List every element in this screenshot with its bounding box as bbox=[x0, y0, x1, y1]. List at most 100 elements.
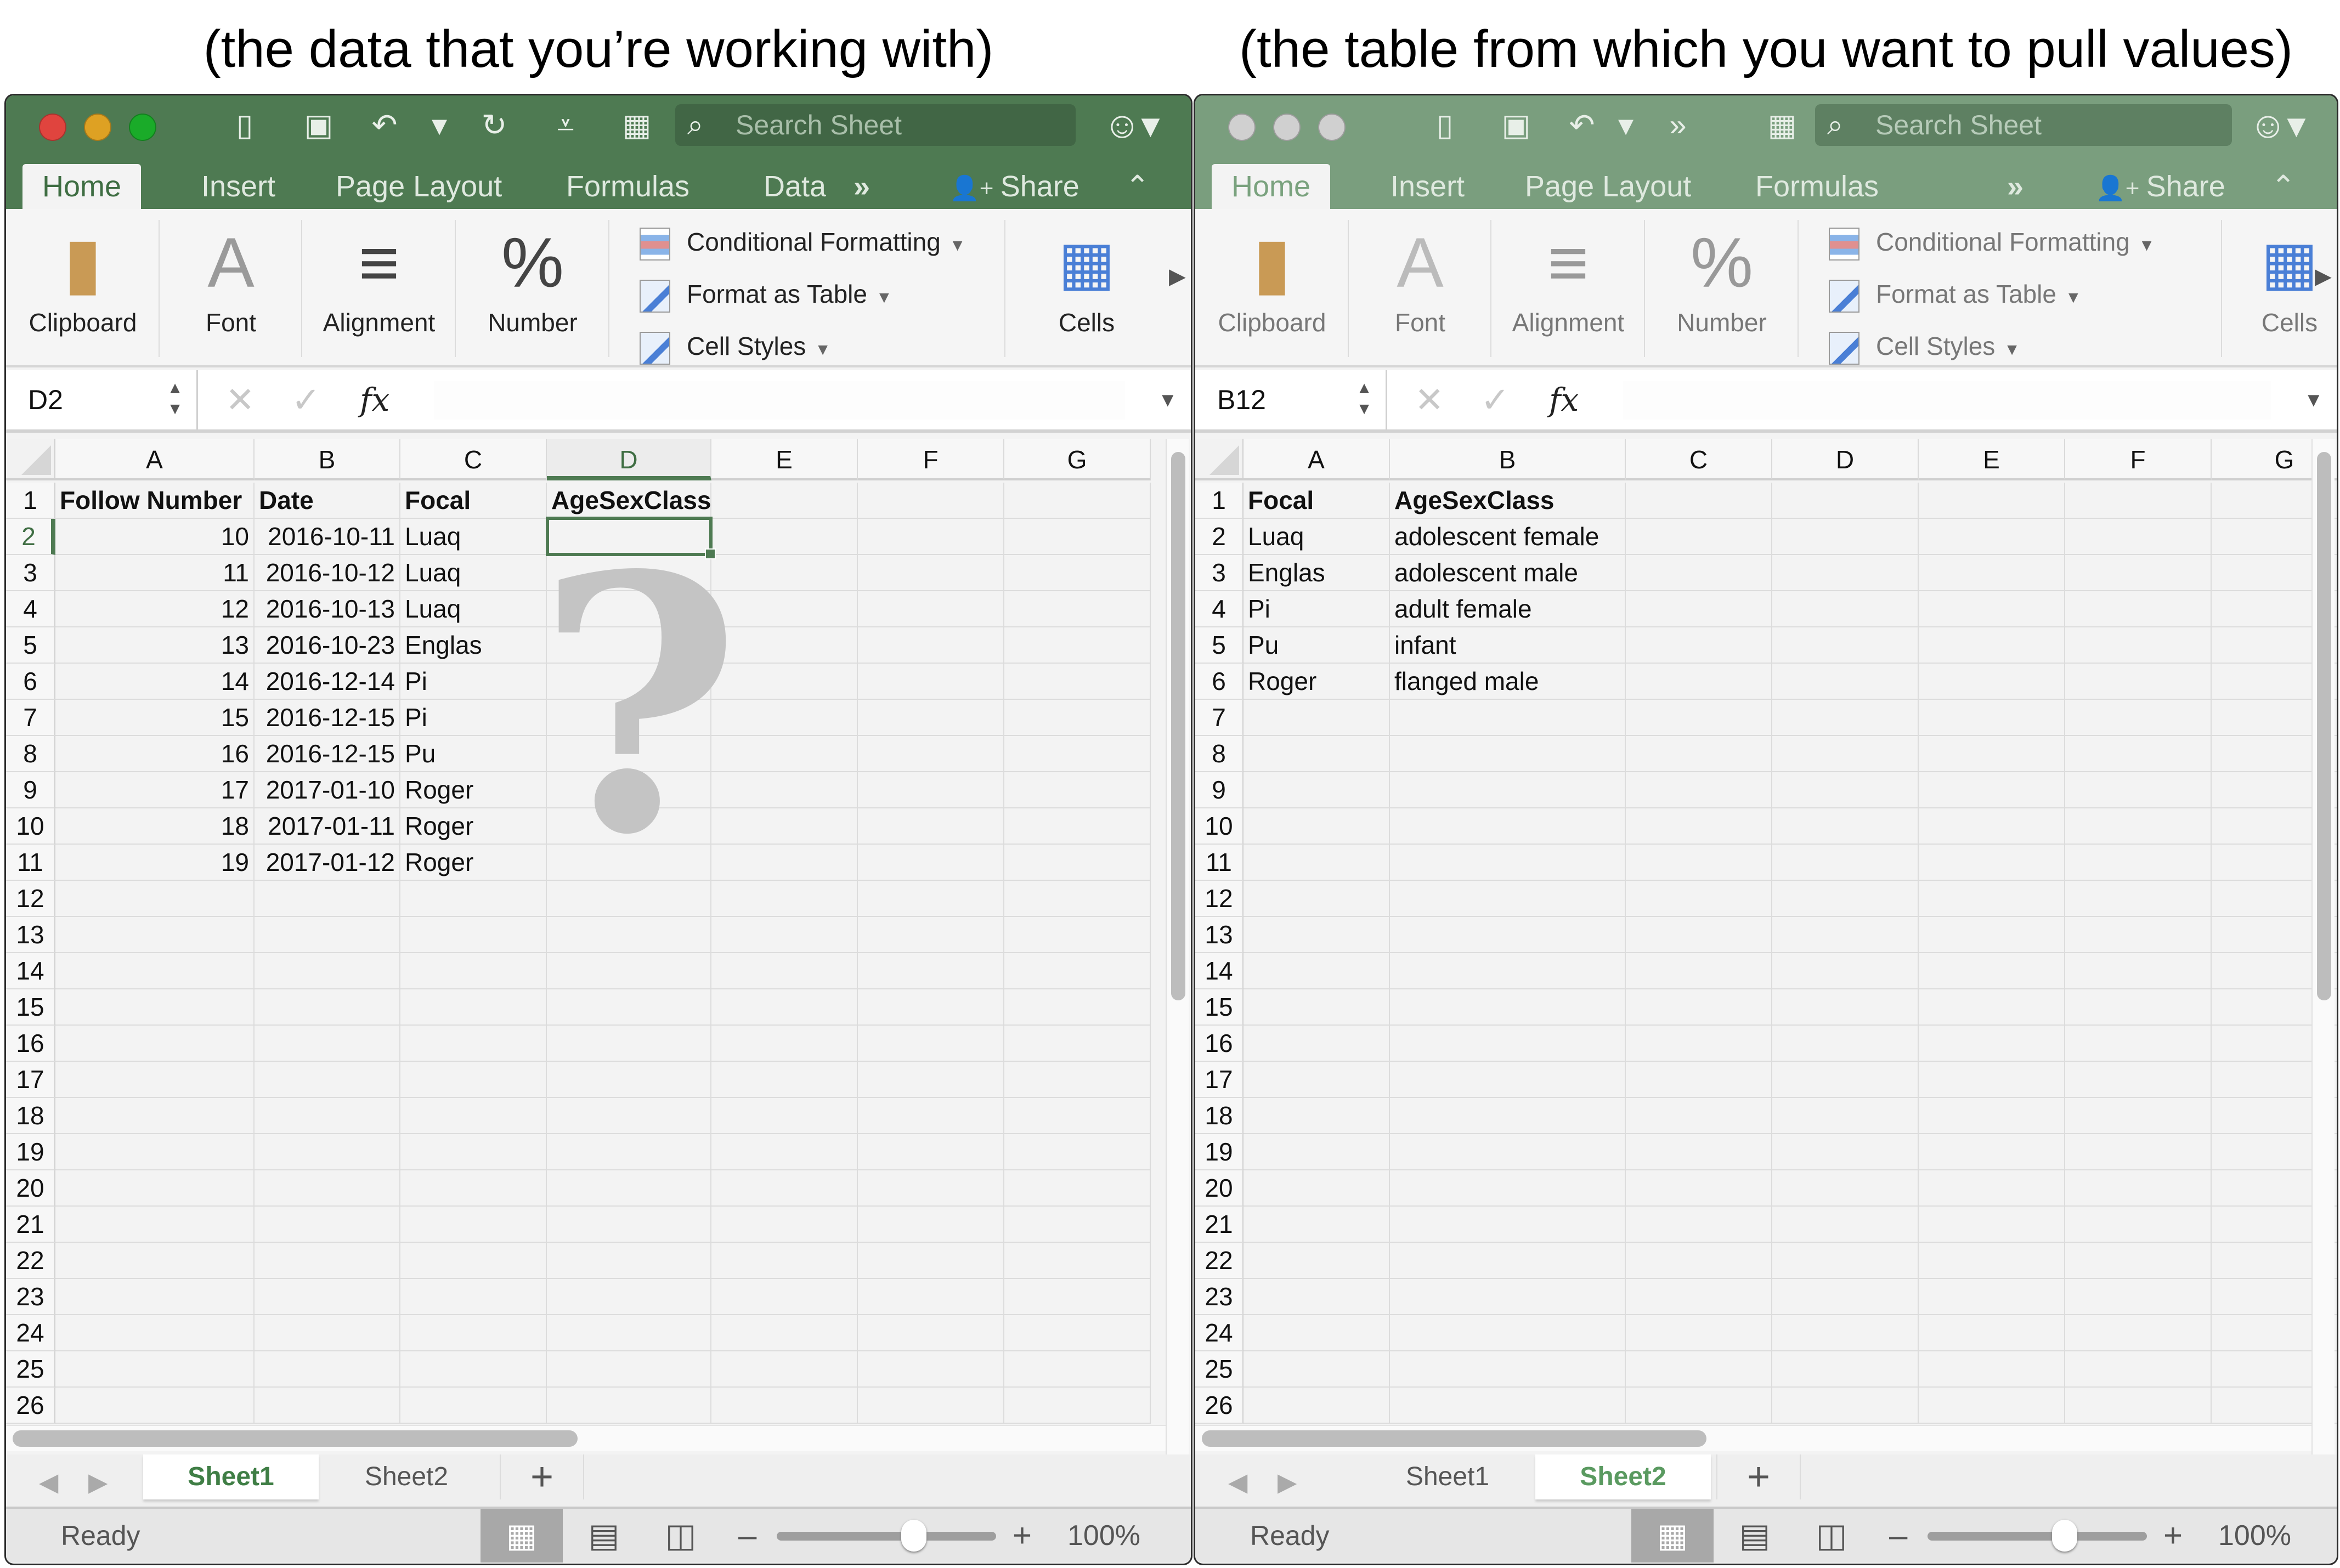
cell[interactable] bbox=[1772, 1062, 1919, 1098]
cell[interactable] bbox=[711, 1243, 858, 1279]
cell[interactable] bbox=[55, 1351, 255, 1388]
add-sheet-button[interactable]: + bbox=[1716, 1454, 1801, 1499]
cell[interactable] bbox=[858, 627, 1004, 664]
row-header-21[interactable]: 21 bbox=[6, 1207, 55, 1243]
cell[interactable] bbox=[1772, 772, 1919, 808]
cell[interactable] bbox=[858, 591, 1004, 627]
cell[interactable] bbox=[1004, 953, 1151, 989]
enter-checkmark-icon[interactable]: ✓ bbox=[1480, 370, 1510, 429]
cell[interactable] bbox=[2065, 700, 2212, 736]
cell[interactable] bbox=[1626, 555, 1772, 591]
cell[interactable] bbox=[255, 1207, 400, 1243]
cell[interactable] bbox=[2065, 1207, 2212, 1243]
cell[interactable] bbox=[1244, 1098, 1390, 1134]
row-header-12[interactable]: 12 bbox=[6, 881, 55, 917]
cell[interactable] bbox=[2065, 555, 2212, 591]
cell[interactable] bbox=[858, 881, 1004, 917]
cell[interactable] bbox=[711, 1170, 858, 1207]
cell[interactable] bbox=[400, 1026, 547, 1062]
row-header-15[interactable]: 15 bbox=[6, 989, 55, 1026]
cell[interactable] bbox=[1004, 1170, 1151, 1207]
cancel-icon[interactable]: ✕ bbox=[225, 370, 255, 429]
page-break-view-button[interactable]: ◫ bbox=[1790, 1509, 1873, 1563]
cell[interactable] bbox=[2065, 845, 2212, 881]
ribbon-group-clipboard[interactable]: ▮ Clipboard bbox=[1195, 209, 1349, 365]
data-cell[interactable]: 2016-12-15 bbox=[255, 736, 400, 772]
normal-view-button[interactable]: ▦ bbox=[481, 1509, 563, 1563]
cell[interactable] bbox=[2065, 736, 2212, 772]
cell[interactable] bbox=[255, 1351, 400, 1388]
cell[interactable] bbox=[1244, 772, 1390, 808]
cell[interactable] bbox=[711, 989, 858, 1026]
cell[interactable] bbox=[1244, 917, 1390, 953]
cell[interactable] bbox=[255, 881, 400, 917]
cell[interactable] bbox=[1772, 1026, 1919, 1062]
row-header-8[interactable]: 8 bbox=[6, 736, 55, 772]
cell[interactable] bbox=[1390, 1170, 1626, 1207]
cell[interactable] bbox=[2065, 1170, 2212, 1207]
formula-input[interactable] bbox=[1623, 381, 2271, 420]
cell[interactable] bbox=[1626, 1315, 1772, 1351]
cell[interactable] bbox=[1772, 917, 1919, 953]
name-box[interactable]: B12 ▲ ▼ bbox=[1195, 370, 1387, 429]
cell[interactable] bbox=[55, 953, 255, 989]
column-header-C[interactable]: C bbox=[400, 439, 547, 480]
row-header-9[interactable]: 9 bbox=[6, 772, 55, 808]
cell[interactable] bbox=[400, 1134, 547, 1170]
cell[interactable] bbox=[55, 1098, 255, 1134]
cell[interactable] bbox=[2065, 808, 2212, 845]
cell[interactable] bbox=[1626, 1279, 1772, 1315]
cell[interactable] bbox=[1244, 808, 1390, 845]
cell[interactable] bbox=[547, 989, 711, 1026]
zoom-slider-knob[interactable] bbox=[901, 1520, 926, 1552]
cell[interactable] bbox=[1390, 808, 1626, 845]
ribbon-cell-styles[interactable]: Cell Styles ▼ bbox=[640, 327, 831, 365]
cell[interactable] bbox=[711, 1026, 858, 1062]
column-header-F[interactable]: F bbox=[858, 439, 1004, 480]
data-cell[interactable]: Pi bbox=[1244, 591, 1390, 627]
data-cell[interactable]: 2016-10-23 bbox=[255, 627, 400, 664]
cell[interactable] bbox=[1626, 519, 1772, 555]
row-header-13[interactable]: 13 bbox=[6, 917, 55, 953]
cell[interactable] bbox=[1004, 1134, 1151, 1170]
cell[interactable] bbox=[711, 1351, 858, 1388]
data-cell[interactable]: 15 bbox=[55, 700, 255, 736]
cell[interactable] bbox=[1772, 1207, 1919, 1243]
cell[interactable] bbox=[1772, 736, 1919, 772]
cell[interactable] bbox=[1004, 1279, 1151, 1315]
undo-icon[interactable]: ↶ bbox=[363, 107, 406, 143]
column-header-E[interactable]: E bbox=[711, 439, 858, 480]
undo-icon[interactable]: ↶ bbox=[1560, 107, 1604, 143]
cell[interactable] bbox=[2065, 1279, 2212, 1315]
cell[interactable] bbox=[1390, 1388, 1626, 1424]
row-header-23[interactable]: 23 bbox=[6, 1279, 55, 1315]
cell[interactable] bbox=[255, 1062, 400, 1098]
cell[interactable] bbox=[55, 917, 255, 953]
cell[interactable] bbox=[400, 989, 547, 1026]
cell[interactable] bbox=[1772, 555, 1919, 591]
row-header-2[interactable]: 2 bbox=[6, 519, 55, 555]
cell[interactable] bbox=[858, 953, 1004, 989]
data-cell[interactable]: 13 bbox=[55, 627, 255, 664]
cell[interactable] bbox=[1244, 700, 1390, 736]
row-header-10[interactable]: 10 bbox=[6, 808, 55, 845]
zoom-out-button[interactable]: – bbox=[738, 1509, 756, 1563]
data-cell[interactable]: adolescent male bbox=[1390, 555, 1626, 591]
cell[interactable] bbox=[1390, 1026, 1626, 1062]
cell[interactable] bbox=[1772, 845, 1919, 881]
cell[interactable] bbox=[1244, 1243, 1390, 1279]
data-cell[interactable]: Roger bbox=[400, 808, 547, 845]
data-cell[interactable]: 2016-10-13 bbox=[255, 591, 400, 627]
name-box[interactable]: D2 ▲ ▼ bbox=[6, 370, 198, 429]
ribbon-group-cells[interactable]: ▦ Cells bbox=[1010, 209, 1163, 365]
row-header-26[interactable]: 26 bbox=[6, 1388, 55, 1424]
undo-dropdown-icon[interactable]: ▾ bbox=[1604, 107, 1648, 143]
row-header-13[interactable]: 13 bbox=[1195, 917, 1244, 953]
vertical-scroll-thumb[interactable] bbox=[1171, 452, 1185, 1000]
data-cell[interactable]: Englas bbox=[400, 627, 547, 664]
cell[interactable] bbox=[1626, 736, 1772, 772]
cell[interactable] bbox=[1244, 845, 1390, 881]
column-header-F[interactable]: F bbox=[2065, 439, 2212, 480]
tab-formulas[interactable]: Formulas bbox=[1736, 164, 1898, 209]
cell[interactable] bbox=[858, 917, 1004, 953]
